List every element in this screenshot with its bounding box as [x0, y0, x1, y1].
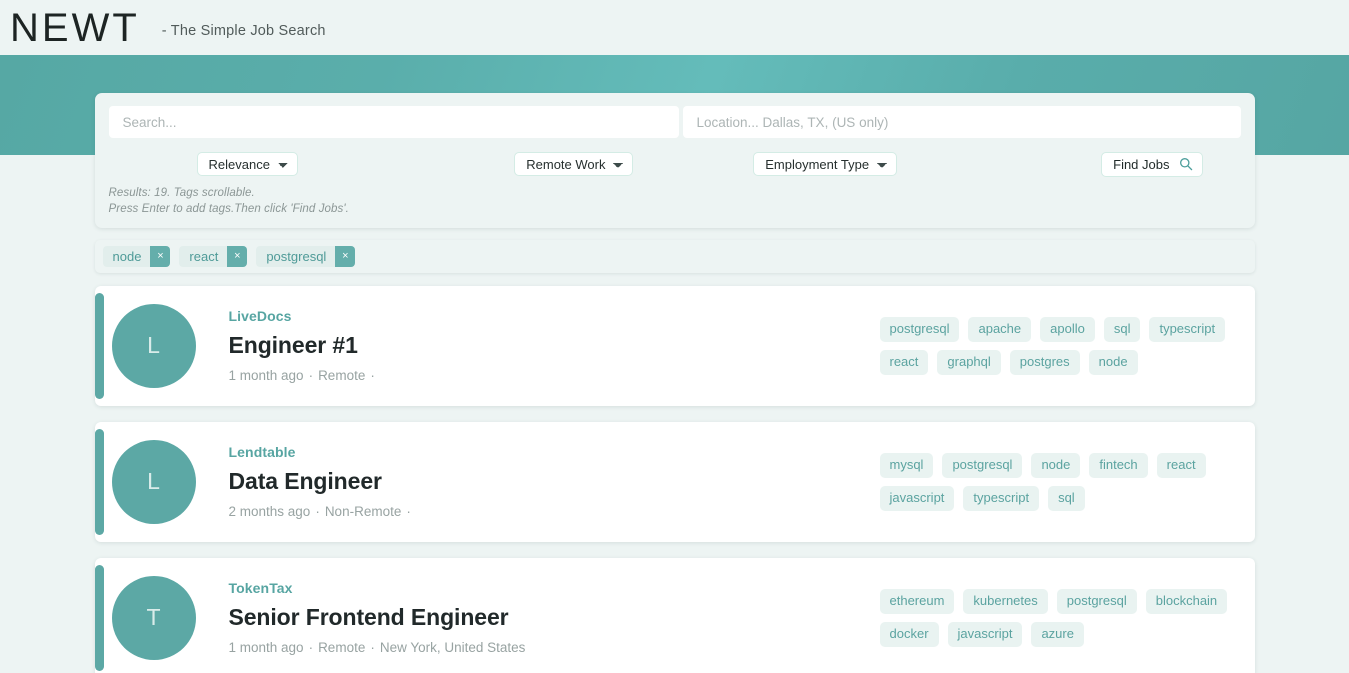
brand-logo[interactable]: NEWT	[10, 8, 140, 48]
job-info: LiveDocs Engineer #1 1 month ago · Remote ·	[196, 308, 880, 383]
skill-tag[interactable]: postgresql	[1056, 588, 1137, 614]
meta-separator: ·	[370, 640, 375, 656]
remote-work-select[interactable]: Remote Work	[514, 152, 634, 176]
skill-tag[interactable]: blockchain	[1145, 588, 1228, 614]
job-title[interactable]: Senior Frontend Engineer	[229, 604, 880, 631]
job-info: TokenTax Senior Frontend Engineer 1 month …	[196, 580, 880, 655]
card-accent-bar	[94, 292, 104, 399]
job-title[interactable]: Data Engineer	[229, 468, 880, 495]
skill-tag-list: ethereum kubernetes postgresql blockchain do…	[879, 588, 1235, 647]
skill-tag[interactable]: typescript	[1149, 316, 1226, 342]
skill-tag[interactable]: ethereum	[879, 588, 955, 614]
helper-text-results: Results: 19. Tags scrollable.	[108, 187, 255, 199]
skill-tag-list: mysql postgresql node fintech react javascrip…	[879, 452, 1235, 511]
skill-tag[interactable]: node	[1088, 349, 1138, 375]
skill-tag[interactable]: react	[1156, 452, 1206, 478]
close-icon[interactable]: ×	[335, 245, 356, 267]
job-posted-date: 1 month ago	[228, 368, 304, 384]
company-name[interactable]: TokenTax	[229, 580, 880, 596]
job-meta: 2 months ago · Non-Remote ·	[229, 504, 880, 519]
skill-tag[interactable]: docker	[879, 621, 939, 647]
active-tag-chip[interactable]: react ×	[179, 245, 248, 267]
skill-tag[interactable]: fintech	[1089, 452, 1148, 478]
find-jobs-slot: Find Jobs	[951, 151, 1241, 177]
close-icon[interactable]: ×	[150, 245, 171, 267]
skill-tag[interactable]: node	[1031, 452, 1081, 478]
active-tag-chip[interactable]: node ×	[102, 245, 171, 267]
helper-text: Results: 19. Tags scrollable. Press Ente…	[109, 185, 1241, 218]
job-posted-date: 2 months ago	[228, 504, 311, 520]
skill-tag[interactable]: kubernetes	[963, 588, 1048, 614]
active-tag-bar[interactable]: node × react × postgresql ×	[94, 239, 1255, 273]
job-remote-status: Non-Remote	[324, 504, 402, 520]
find-jobs-button[interactable]: Find Jobs	[1101, 151, 1203, 177]
skill-tag[interactable]: postgresql	[942, 452, 1023, 478]
job-results-list: L LiveDocs Engineer #1 1 month ago · Remote · p…	[94, 285, 1255, 673]
search-input-row	[108, 106, 1241, 138]
relevance-filter-slot: Relevance	[109, 152, 449, 176]
job-location: New York, United States	[379, 640, 526, 656]
skill-tag[interactable]: azure	[1031, 621, 1084, 647]
location-input[interactable]	[682, 106, 1241, 138]
skill-tag[interactable]: javascript	[879, 485, 955, 511]
page-content: Relevance Remote Work Employment Type Fi…	[94, 93, 1255, 673]
relevance-select[interactable]: Relevance	[196, 152, 298, 176]
meta-separator: ·	[406, 504, 411, 520]
company-name[interactable]: LiveDocs	[229, 308, 880, 324]
skill-tag[interactable]: typescript	[963, 485, 1040, 511]
skill-tag[interactable]: graphql	[937, 349, 1001, 375]
search-panel: Relevance Remote Work Employment Type Fi…	[94, 93, 1255, 228]
job-card[interactable]: L LiveDocs Engineer #1 1 month ago · Remote · p…	[94, 285, 1255, 406]
company-name[interactable]: Lendtable	[229, 444, 880, 460]
skill-tag[interactable]: apollo	[1040, 316, 1095, 342]
close-icon[interactable]: ×	[227, 245, 248, 267]
active-tag-label: node	[112, 248, 142, 264]
card-accent-bar	[94, 428, 104, 535]
active-tag-label: postgresql	[266, 248, 327, 264]
avatar: L	[111, 303, 196, 388]
meta-separator: ·	[370, 368, 375, 384]
job-remote-status: Remote	[318, 640, 366, 656]
skill-tag[interactable]: sql	[1048, 485, 1085, 511]
skill-tag[interactable]: javascript	[947, 621, 1023, 647]
helper-text-instructions: Press Enter to add tags.Then click 'Find…	[108, 203, 349, 216]
search-icon	[1179, 158, 1192, 171]
filter-row: Relevance Remote Work Employment Type Fi…	[109, 151, 1241, 177]
employment-type-filter-slot: Employment Type	[700, 152, 952, 176]
meta-separator: ·	[308, 640, 314, 656]
job-card[interactable]: T TokenTax Senior Frontend Engineer 1 month…	[94, 557, 1255, 673]
job-meta: 1 month ago · Remote ·	[229, 368, 880, 383]
meta-separator: ·	[308, 368, 314, 384]
skill-tag[interactable]: react	[879, 349, 929, 375]
skill-tag-list: postgresql apache apollo sql typescript react…	[879, 316, 1235, 375]
find-jobs-label: Find Jobs	[1113, 156, 1170, 172]
job-meta: 1 month ago · Remote · New York, United Stat…	[229, 640, 880, 655]
brand-tagline: - The Simple Job Search	[161, 22, 326, 39]
remote-work-filter-slot: Remote Work	[448, 152, 700, 176]
meta-separator: ·	[315, 504, 320, 520]
skill-tag[interactable]: postgres	[1009, 349, 1080, 375]
search-input[interactable]	[108, 106, 679, 138]
skill-tag[interactable]: mysql	[879, 452, 934, 478]
site-header: NEWT - The Simple Job Search	[0, 0, 1349, 55]
job-remote-status: Remote	[318, 368, 366, 384]
job-info: Lendtable Data Engineer 2 months ago · Non-R…	[196, 444, 880, 519]
active-tag-chip[interactable]: postgresql ×	[256, 245, 356, 267]
job-card[interactable]: L Lendtable Data Engineer 2 months ago · Non-…	[94, 421, 1255, 542]
avatar: L	[111, 439, 196, 524]
skill-tag[interactable]: postgresql	[879, 316, 960, 342]
employment-type-select[interactable]: Employment Type	[753, 152, 898, 176]
skill-tag[interactable]: sql	[1103, 316, 1141, 342]
job-posted-date: 1 month ago	[228, 640, 304, 656]
active-tag-label: react	[189, 248, 219, 264]
job-title[interactable]: Engineer #1	[229, 332, 880, 359]
card-accent-bar	[94, 564, 104, 671]
avatar: T	[111, 575, 196, 660]
skill-tag[interactable]: apache	[968, 316, 1032, 342]
